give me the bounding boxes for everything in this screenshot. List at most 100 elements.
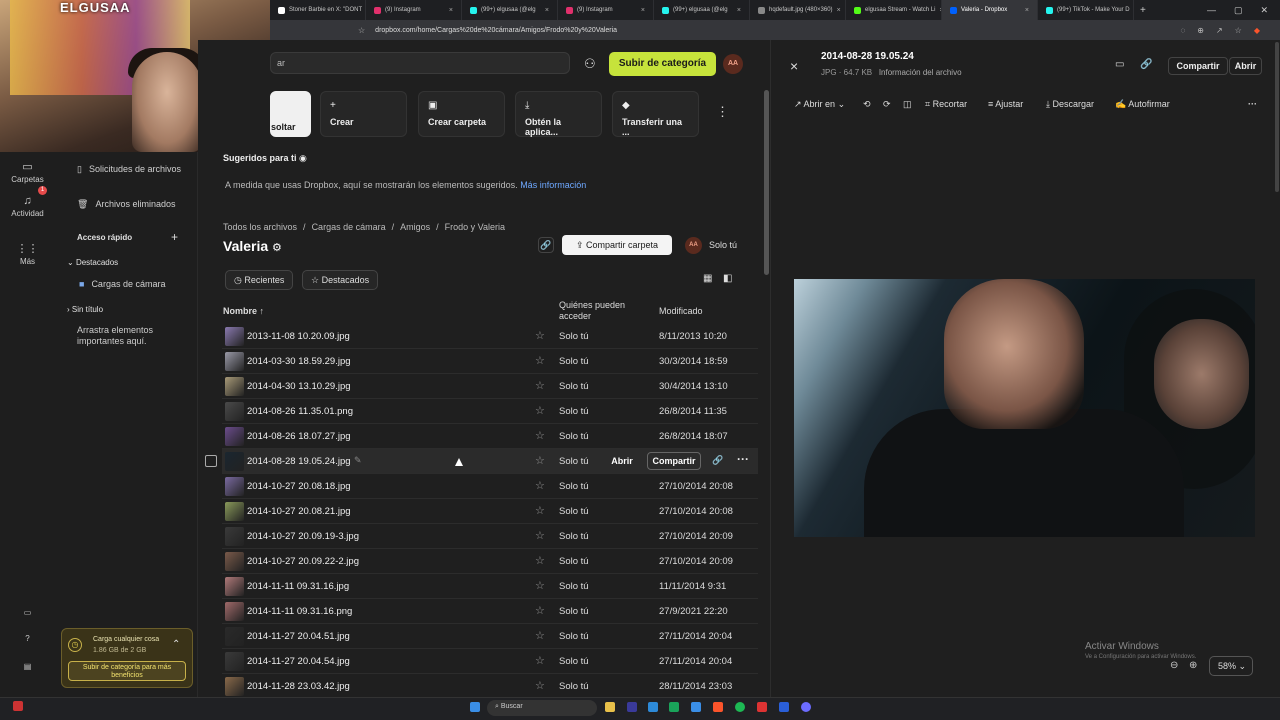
download-button[interactable]: ⤓ Descargar — [1046, 99, 1094, 110]
share-folder-button[interactable]: ⇪ Compartir carpeta — [562, 235, 672, 255]
create-card[interactable]: + Crear — [320, 91, 407, 137]
more-icon[interactable]: ··· — [1248, 99, 1257, 109]
close-tab-icon[interactable]: × — [641, 7, 645, 14]
starred-filter[interactable]: ☆ Destacados — [302, 270, 379, 290]
recent-filter[interactable]: ◷ Recientes — [225, 270, 294, 290]
transfer-card[interactable]: ◆ Transferir una ... — [612, 91, 699, 137]
crop-button[interactable]: ⌗ Recortar — [925, 99, 967, 110]
table-row[interactable]: 2014-10-27 20.08.21.jpg ☆ Solo tú 27/10/201… — [222, 499, 758, 524]
file-name[interactable]: 2014-10-27 20.08.18.jpg — [247, 481, 351, 492]
avatar[interactable]: AA — [723, 54, 743, 74]
app-icon[interactable] — [13, 701, 23, 711]
star-icon[interactable]: ☆ — [535, 579, 545, 592]
new-tab-icon[interactable]: + — [1134, 5, 1152, 16]
app-icon[interactable] — [779, 702, 789, 712]
sidebar-item-deleted[interactable]: 🗑 Archivos eliminados — [77, 198, 175, 211]
column-modified[interactable]: Modificado — [659, 306, 703, 316]
star-icon[interactable]: ☆ — [535, 654, 545, 667]
file-name[interactable]: 2014-10-27 20.09.22-2.jpg — [247, 556, 359, 567]
link-icon[interactable]: 🔗 — [538, 237, 554, 253]
add-icon[interactable]: + — [171, 230, 178, 244]
spotify-icon[interactable] — [735, 702, 745, 712]
open-in-button[interactable]: ↗ Abrir en ⌄ — [794, 99, 845, 110]
star-icon[interactable]: ☆ — [535, 404, 545, 417]
rail-folders[interactable]: ▭ Carpetas — [0, 160, 55, 184]
star-icon[interactable]: ☆ — [535, 379, 545, 392]
table-row[interactable]: 2013-11-08 10.20.09.jpg ☆ Solo tú 8/11/2013… — [222, 324, 758, 349]
address-bar[interactable]: ☆ dropbox.com/home/Cargas%20de%20cámara/… — [270, 20, 1280, 40]
eye-icon[interactable]: ◉ — [299, 153, 307, 163]
panel-icon[interactable]: ▤ — [0, 662, 55, 671]
file-name[interactable]: 2014-11-28 23.03.42.jpg — [247, 681, 350, 692]
table-row[interactable]: 2014-11-27 20.04.54.jpg ☆ Solo tú 27/11/201… — [222, 649, 758, 674]
star-icon[interactable]: ☆ — [535, 479, 545, 492]
file-info-link[interactable]: Información del archivo — [879, 68, 962, 77]
create-folder-card[interactable]: ▣ Crear carpeta — [418, 91, 505, 137]
more-info-link[interactable]: Más información — [520, 180, 586, 190]
adjust-button[interactable]: ≡ Ajustar — [988, 99, 1023, 109]
file-name[interactable]: 2014-11-11 09.31.16.png — [247, 606, 352, 617]
browser-tab[interactable]: elgusaa Stream - Watch Li× — [846, 0, 942, 20]
compare-icon[interactable]: ◫ — [903, 99, 912, 110]
file-name[interactable]: 2014-04-30 13.10.29.jpg — [247, 381, 351, 392]
star-icon[interactable]: ☆ — [535, 679, 545, 692]
browser-tab[interactable]: (9) Instagram × — [366, 0, 462, 20]
browser-tab[interactable]: (99+) elgusaa (@elg × — [654, 0, 750, 20]
rotate-right-icon[interactable]: ⟳ — [883, 99, 891, 110]
untitled-section[interactable]: › Sin título — [67, 305, 103, 314]
close-tab-icon[interactable]: × — [737, 7, 741, 14]
star-icon[interactable]: ☆ — [535, 429, 545, 442]
rotate-left-icon[interactable]: ⟲ — [863, 99, 871, 110]
star-icon[interactable]: ☆ — [535, 604, 545, 617]
star-icon[interactable]: ☆ — [535, 504, 545, 517]
star-icon[interactable]: ☆ — [535, 629, 545, 642]
rail-activity[interactable]: ♫ Actividad — [0, 195, 55, 218]
table-row[interactable]: 2014-08-26 18.07.27.jpg ☆ Solo tú 26/8/2014… — [222, 424, 758, 449]
link-icon[interactable]: 🔗 — [1140, 59, 1152, 70]
settings-icon[interactable]: ⚙ — [272, 242, 282, 254]
browser-tab[interactable]: Valeria - Dropbox × — [942, 0, 1038, 20]
url-text[interactable]: dropbox.com/home/Cargas%20de%20cámara/Am… — [375, 27, 617, 34]
brave-icon[interactable] — [713, 702, 723, 712]
row-checkbox[interactable] — [205, 455, 217, 467]
panel-view-icon[interactable]: ◧ — [723, 273, 732, 284]
close-tab-icon[interactable]: × — [837, 7, 841, 14]
more-actions-icon[interactable]: ⋮ — [716, 104, 729, 120]
sidebar-item-requests[interactable]: ▯ Solicitudes de archivos — [77, 163, 187, 176]
start-icon[interactable] — [470, 702, 480, 712]
table-row[interactable]: 2014-11-11 09.31.16.jpg ☆ Solo tú 11/11/201… — [222, 574, 758, 599]
star-icon[interactable]: ☆ — [535, 454, 545, 467]
grid-view-icon[interactable]: ▦ — [703, 273, 712, 284]
zoom-select[interactable]: 58% ⌄ — [1209, 656, 1253, 676]
explorer-icon[interactable] — [605, 702, 615, 712]
minimize-icon[interactable]: — — [1207, 5, 1216, 16]
star-icon[interactable]: ☆ — [535, 354, 545, 367]
zoom-in-icon[interactable]: ⊕ — [1189, 660, 1197, 671]
search-input[interactable]: ar — [270, 52, 570, 74]
get-app-card[interactable]: ⤓ Obtén la aplica... — [515, 91, 602, 137]
file-name[interactable]: 2014-03-30 18.59.29.jpg — [247, 356, 351, 367]
zoom-out-icon[interactable]: ⊖ — [1170, 660, 1178, 671]
close-tab-icon[interactable]: × — [449, 7, 453, 14]
autosign-button[interactable]: ✍ Autofirmar — [1115, 99, 1170, 110]
file-name[interactable]: 2014-08-26 11.35.01.png — [247, 406, 353, 417]
store-icon[interactable] — [648, 702, 658, 712]
table-row[interactable]: 2014-11-28 23.03.42.jpg ☆ Solo tú 28/11/201… — [222, 674, 758, 699]
browser-tab[interactable]: (99+) TikTok - Make Your D× — [1038, 0, 1134, 20]
photos-icon[interactable] — [691, 702, 701, 712]
close-tab-icon[interactable]: × — [545, 7, 549, 14]
bookmark-icon[interactable]: ☆ — [358, 26, 365, 35]
file-name[interactable]: 2014-08-26 18.07.27.jpg — [247, 431, 351, 442]
more-icon[interactable]: ··· — [737, 452, 749, 466]
media-icon[interactable] — [757, 702, 767, 712]
table-row[interactable]: 2014-08-26 11.35.01.png ☆ Solo tú 26/8/2014… — [222, 399, 758, 424]
link-icon[interactable]: 🔗 — [712, 455, 723, 466]
browser-tab[interactable]: hqdefault.jpg (480×360) × — [750, 0, 846, 20]
maximize-icon[interactable]: ▢ — [1234, 5, 1243, 16]
table-row[interactable]: 2014-10-27 20.09.19-3.jpg ☆ Solo tú 27/10/2… — [222, 524, 758, 549]
help-icon[interactable]: ? — [0, 634, 55, 643]
file-name[interactable]: 2013-11-08 10.20.09.jpg — [247, 331, 350, 342]
star-icon[interactable]: ☆ — [535, 329, 545, 342]
column-name[interactable]: Nombre ↑ — [223, 306, 264, 316]
browser-tab[interactable]: (9) Instagram × — [558, 0, 654, 20]
